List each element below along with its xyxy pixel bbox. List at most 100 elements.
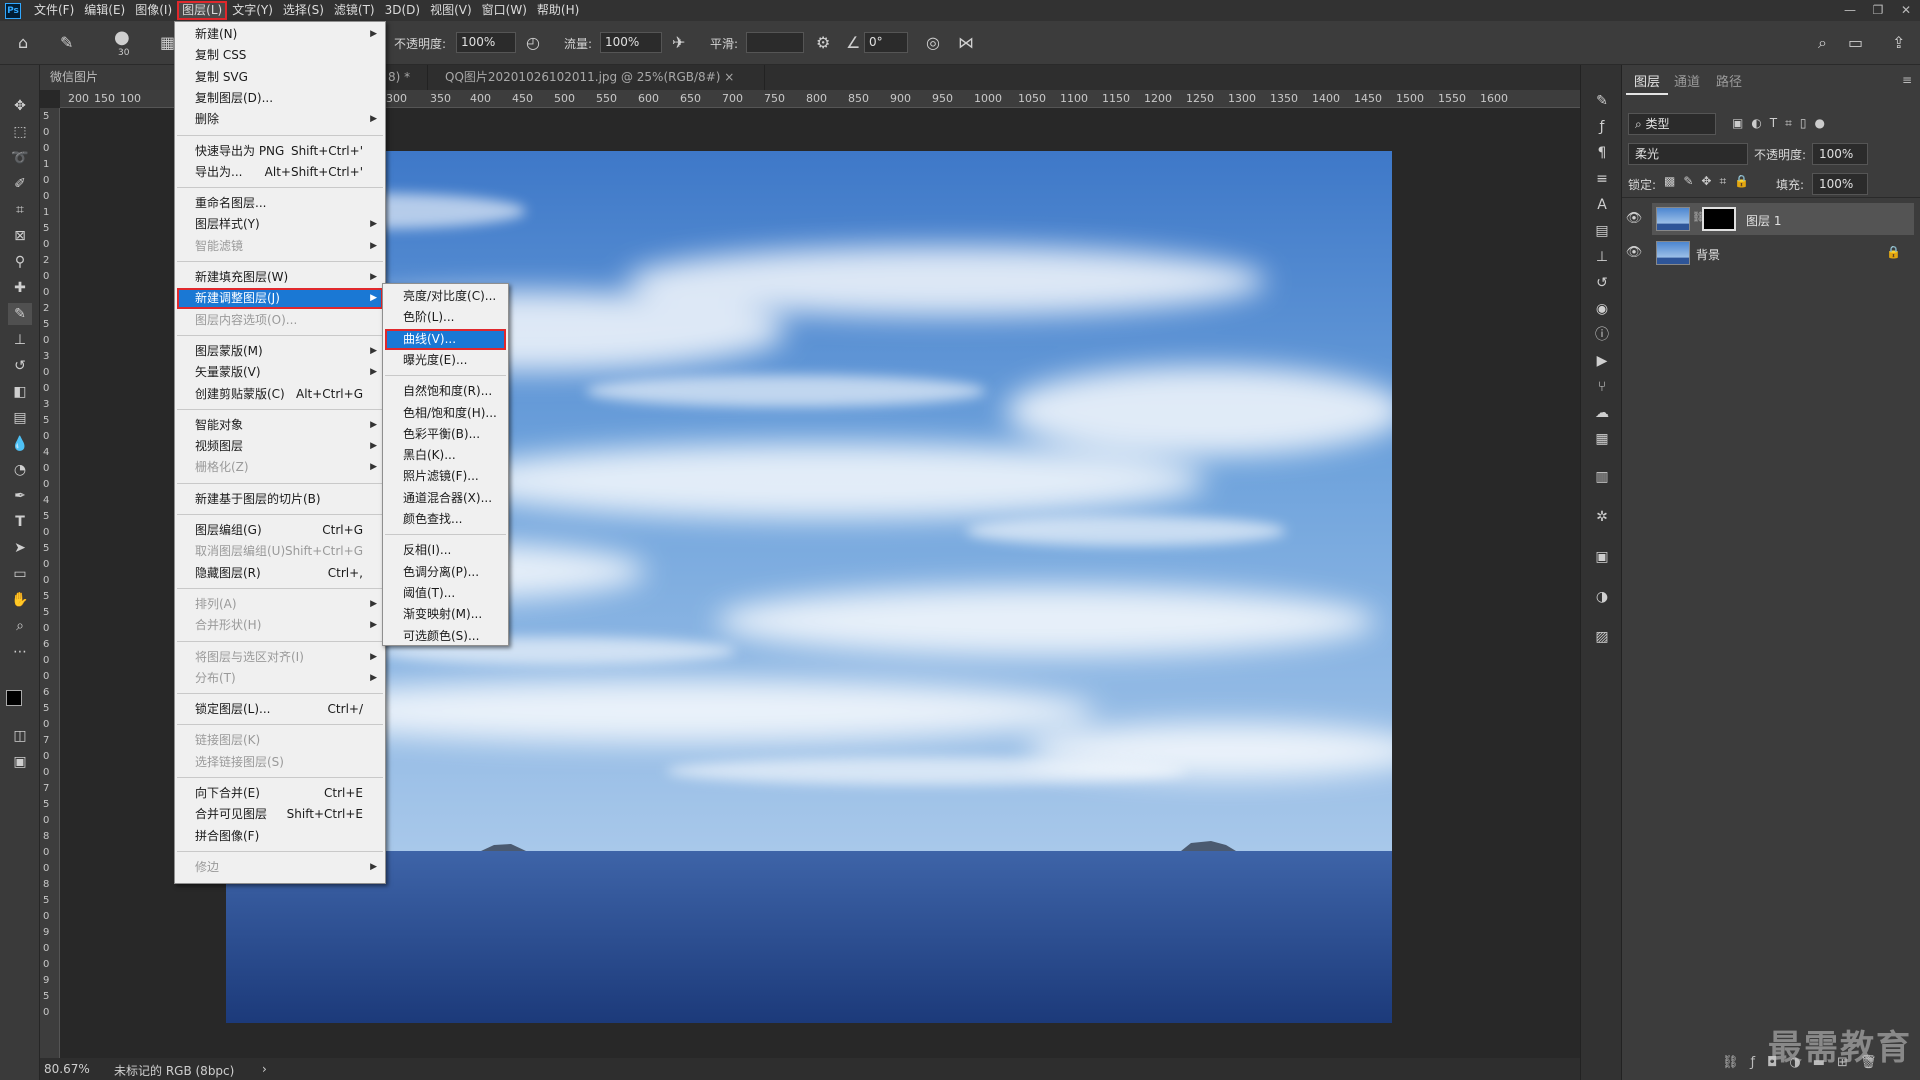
menu-item[interactable]: 隐藏图层(R) Ctrl+, <box>177 563 383 584</box>
navigator-panel-icon[interactable]: ✲ <box>1592 507 1612 527</box>
zoom-level[interactable]: 80.67% <box>44 1062 90 1076</box>
properties-panel-icon[interactable]: ≡ <box>1592 169 1612 189</box>
brush-panel-icon[interactable]: ✎ <box>1592 91 1612 111</box>
menu-item[interactable]: 新建填充图层(W) ▶ <box>177 267 383 288</box>
paragraph-panel-icon[interactable]: ¶ <box>1592 143 1612 163</box>
gradient-tool-icon[interactable]: ▤ <box>8 407 32 429</box>
screen-mode-icon[interactable]: ▣ <box>8 751 32 773</box>
brush-settings-icon[interactable]: ▦ <box>160 33 175 52</box>
menu-item[interactable]: 反相(I)... <box>385 540 506 561</box>
history-brush-tool-icon[interactable]: ↺ <box>8 355 32 377</box>
more-tools-icon[interactable]: ⋯ <box>8 641 32 663</box>
smoothing-field[interactable] <box>746 32 804 53</box>
menu-2[interactable]: 图像(I) <box>130 1 177 20</box>
menu-8[interactable]: 视图(V) <box>425 1 477 20</box>
menu-item[interactable]: 通道混合器(X)... <box>385 488 506 509</box>
menu-5[interactable]: 选择(S) <box>278 1 329 20</box>
history-panel-icon[interactable]: ↺ <box>1592 273 1612 293</box>
flow-field[interactable]: 100% <box>600 32 662 53</box>
airbrush-icon[interactable]: ✈ <box>672 33 685 52</box>
hand-tool-icon[interactable]: ✋ <box>8 589 32 611</box>
table-panel-icon[interactable]: ▦ <box>1592 429 1612 449</box>
clone-stamp-tool-icon[interactable]: ⊥ <box>8 329 32 351</box>
healing-brush-tool-icon[interactable]: ✚ <box>8 277 32 299</box>
paths-panel-icon[interactable]: ⑂ <box>1592 377 1612 397</box>
menu-item[interactable]: 智能对象 ▶ <box>177 415 383 436</box>
blend-mode-select[interactable]: 柔光 <box>1628 143 1748 165</box>
gradients-panel-icon[interactable]: ▨ <box>1592 627 1612 647</box>
adjustments-panel-icon[interactable]: ◑ <box>1592 587 1612 607</box>
menu-item[interactable]: 复制图层(D)... <box>177 88 383 109</box>
menu-6[interactable]: 滤镜(T) <box>329 1 380 20</box>
minimize-button[interactable]: — <box>1836 0 1864 21</box>
menu-item[interactable]: 色调分离(P)... <box>385 562 506 583</box>
lasso-tool-icon[interactable]: ➰ <box>8 147 32 169</box>
gear-icon[interactable]: ⚙ <box>816 33 830 52</box>
restore-button[interactable]: ❐ <box>1864 0 1892 21</box>
menu-item[interactable]: 向下合并(E) Ctrl+E <box>177 783 383 804</box>
clone-source-icon[interactable]: ⊥ <box>1592 247 1612 267</box>
menu-item[interactable]: 照片滤镜(F)... <box>385 466 506 487</box>
home-icon[interactable]: ⌂ <box>18 33 28 52</box>
brush-tip-icon[interactable]: ● <box>114 27 130 48</box>
opacity-field[interactable]: 100% <box>456 32 516 53</box>
menu-item[interactable]: 视频图层 ▶ <box>177 436 383 457</box>
menu-item[interactable]: 重命名图层... <box>177 193 383 214</box>
character-panel-icon[interactable]: A <box>1592 195 1612 215</box>
tab-channels[interactable]: 通道 <box>1666 71 1708 95</box>
layer-row-background[interactable]: 👁 背景 🔒 <box>1626 237 1914 269</box>
filter-icons[interactable]: ▣◐T⌗▯● <box>1732 116 1833 131</box>
quick-mask-icon[interactable]: ◫ <box>8 725 32 747</box>
quick-select-tool-icon[interactable]: ✐ <box>8 173 32 195</box>
menu-item[interactable]: 复制 CSS <box>177 45 383 66</box>
menu-item[interactable]: 自然饱和度(R)... <box>385 381 506 402</box>
menu-7[interactable]: 3D(D) <box>380 1 425 20</box>
info-panel-icon[interactable]: ⓘ <box>1592 325 1612 345</box>
layer-mask-thumbnail[interactable] <box>1702 207 1736 231</box>
pressure-size-icon[interactable]: ◎ <box>926 33 940 52</box>
blur-tool-icon[interactable]: 💧 <box>8 433 32 455</box>
panel-menu-icon[interactable]: ≡ <box>1902 73 1912 87</box>
menu-item[interactable]: 矢量蒙版(V) ▶ <box>177 362 383 383</box>
eye-icon[interactable]: 👁 <box>1624 211 1644 226</box>
rectangle-tool-icon[interactable]: ▭ <box>8 563 32 585</box>
3d-panel-icon[interactable]: ☁ <box>1592 403 1612 423</box>
marquee-tool-icon[interactable]: ⬚ <box>8 121 32 143</box>
menu-item[interactable]: 色相/饱和度(H)... <box>385 403 506 424</box>
chevron-right-icon[interactable]: › <box>262 1062 267 1076</box>
menu-item[interactable]: 可选颜色(S)... <box>385 626 506 647</box>
channels-panel-icon[interactable]: ◉ <box>1592 299 1612 319</box>
swatches-panel-icon[interactable]: ▣ <box>1592 547 1612 567</box>
type-tool-icon[interactable]: T <box>8 511 32 533</box>
menu-item[interactable]: 色彩平衡(B)... <box>385 424 506 445</box>
move-tool-icon[interactable]: ✥ <box>8 95 32 117</box>
menu-item[interactable]: 新建基于图层的切片(B) <box>177 489 383 510</box>
menu-item[interactable]: 渐变映射(M)... <box>385 604 506 625</box>
share-icon[interactable]: ⇪ <box>1892 33 1905 52</box>
layer-name[interactable]: 图层 1 <box>1746 212 1781 229</box>
lock-icons[interactable]: ▩✎✥⌗🔒 <box>1664 174 1757 189</box>
dodge-tool-icon[interactable]: ◔ <box>8 459 32 481</box>
menu-9[interactable]: 窗口(W) <box>477 1 532 20</box>
menu-item[interactable]: 图层编组(G) Ctrl+G <box>177 520 383 541</box>
menu-item[interactable]: 色阶(L)... <box>385 307 506 328</box>
eraser-tool-icon[interactable]: ◧ <box>8 381 32 403</box>
menu-item[interactable]: 拼合图像(F) <box>177 826 383 847</box>
menu-1[interactable]: 编辑(E) <box>79 1 130 20</box>
menu-3[interactable]: 图层(L) <box>177 1 228 20</box>
crop-tool-icon[interactable]: ⌗ <box>8 199 32 221</box>
foreground-color-swatch[interactable] <box>6 690 22 706</box>
menu-item[interactable]: 合并可见图层 Shift+Ctrl+E <box>177 804 383 825</box>
menu-item[interactable]: 复制 SVG <box>177 67 383 88</box>
menu-10[interactable]: 帮助(H) <box>532 1 584 20</box>
layer-name[interactable]: 背景 <box>1696 246 1720 263</box>
menu-item[interactable]: 锁定图层(L)... Ctrl+/ <box>177 699 383 720</box>
search-icon[interactable]: ⌕ <box>1818 33 1827 53</box>
layer-row-layer1[interactable]: 👁 ⛓ 图层 1 <box>1626 203 1914 235</box>
frame-tool-icon[interactable]: ⊠ <box>8 225 32 247</box>
menu-item[interactable]: 导出为... Alt+Shift+Ctrl+' <box>177 162 383 183</box>
path-selection-tool-icon[interactable]: ➤ <box>8 537 32 559</box>
menu-item[interactable]: 亮度/对比度(C)... <box>385 286 506 307</box>
menu-item[interactable]: 阈值(T)... <box>385 583 506 604</box>
link-layers-icon[interactable]: ⛓ <box>1722 1055 1751 1070</box>
